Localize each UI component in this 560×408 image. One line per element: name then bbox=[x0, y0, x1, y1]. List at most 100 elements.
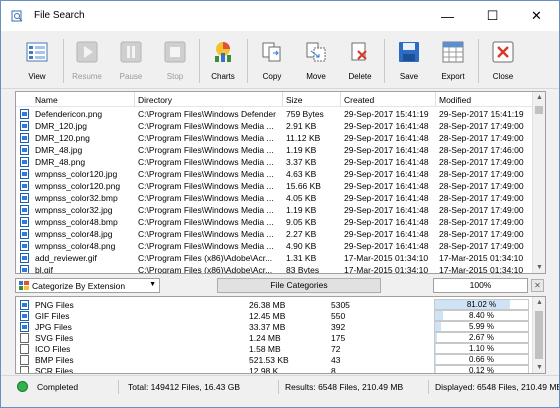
view-label: View bbox=[28, 72, 46, 81]
table-row[interactable]: wmpnss_color32.bmp C:\Program Files\Windo… bbox=[16, 192, 545, 204]
scroll-up-icon[interactable]: ▲ bbox=[536, 299, 543, 306]
column-header-size[interactable]: Size bbox=[286, 95, 303, 105]
table-row[interactable]: DMR_48.jpg C:\Program Files\Windows Media… bbox=[16, 144, 545, 156]
column-divider[interactable] bbox=[435, 92, 436, 107]
cell-size: 1.19 KB bbox=[286, 205, 317, 215]
cell-name: DMR_120.jpg bbox=[35, 121, 87, 131]
close-categories-icon[interactable]: ✕ bbox=[531, 279, 544, 292]
table-row[interactable]: wmpnss_color48.bmp C:\Program Files\Windo… bbox=[16, 216, 545, 228]
copy-label: Copy bbox=[262, 72, 282, 81]
image-file-icon bbox=[20, 229, 29, 239]
table-row[interactable]: wmpnss_color120.jpg C:\Program Files\Wind… bbox=[16, 168, 545, 180]
image-file-icon bbox=[20, 193, 29, 203]
column-header-directory[interactable]: Directory bbox=[138, 95, 172, 105]
status-state: Completed bbox=[1, 380, 119, 394]
scroll-up-icon[interactable]: ▲ bbox=[536, 94, 543, 101]
close-window-button[interactable]: ✕ bbox=[514, 1, 559, 31]
move-button[interactable]: Move bbox=[294, 35, 338, 85]
app-icon bbox=[11, 10, 23, 22]
scroll-down-icon[interactable]: ▼ bbox=[536, 264, 543, 271]
export-button[interactable]: Export bbox=[431, 35, 475, 85]
scroll-thumb[interactable] bbox=[535, 106, 543, 114]
table-row[interactable]: wmpnss_color48.jpg C:\Program Files\Windo… bbox=[16, 228, 545, 240]
status-results: Results: 6548 Files, 210.49 MB bbox=[279, 380, 429, 394]
window-title: File Search bbox=[34, 10, 85, 21]
categories-toolbar: Categorize By Extension ▼ File Categorie… bbox=[15, 278, 546, 293]
view-button[interactable]: View bbox=[15, 35, 59, 85]
cell-modified: 28-Sep-2017 17:49:00 bbox=[439, 181, 524, 191]
toolbar-separator bbox=[384, 39, 385, 83]
cell-directory: C:\Program Files\Windows Media ... bbox=[138, 169, 274, 179]
pause-label: Pause bbox=[119, 72, 143, 81]
scroll-thumb[interactable] bbox=[535, 311, 543, 359]
cell-created: 29-Sep-2017 16:41:48 bbox=[344, 121, 429, 131]
table-row[interactable]: bl.gif C:\Program Files (x86)\Adobe\Acr..… bbox=[16, 264, 545, 274]
table-row[interactable]: add_reviewer.gif C:\Program Files (x86)\A… bbox=[16, 252, 545, 264]
column-header-created[interactable]: Created bbox=[344, 95, 374, 105]
play-icon bbox=[76, 41, 98, 63]
category-percent-bar: 5.99 % bbox=[434, 321, 529, 332]
charts-label: Charts bbox=[211, 72, 235, 81]
column-divider[interactable] bbox=[340, 92, 341, 107]
cell-size: 4.90 KB bbox=[286, 241, 317, 251]
cell-modified: 28-Sep-2017 17:49:00 bbox=[439, 193, 524, 203]
image-file-icon bbox=[20, 265, 29, 273]
category-percent-text: 81.02 % bbox=[466, 300, 497, 309]
maximize-button[interactable]: ☐ bbox=[470, 1, 515, 31]
cell-created: 29-Sep-2017 16:41:48 bbox=[344, 217, 429, 227]
category-percent-bar: 8.40 % bbox=[434, 310, 529, 321]
category-percent-text: 0.12 % bbox=[469, 366, 494, 374]
cell-name: DMR_120.png bbox=[35, 133, 90, 143]
charts-button[interactable]: Charts bbox=[201, 35, 245, 85]
move-icon bbox=[306, 42, 326, 62]
delete-icon bbox=[351, 42, 367, 61]
category-size: 521.53 KB bbox=[249, 355, 289, 365]
save-button[interactable]: Save bbox=[387, 35, 431, 85]
category-name: ICO Files bbox=[35, 344, 71, 354]
categories-scrollbar[interactable]: ▲ ▼ bbox=[532, 297, 545, 373]
cell-name: bl.gif bbox=[35, 265, 53, 274]
category-row[interactable]: SCR Files 12.98 K 8 0.12 % bbox=[16, 365, 545, 374]
table-row[interactable]: wmpnss_color120.png C:\Program Files\Wind… bbox=[16, 180, 545, 192]
column-header-modified[interactable]: Modified bbox=[439, 95, 471, 105]
scroll-down-icon[interactable]: ▼ bbox=[536, 364, 543, 371]
category-count: 43 bbox=[331, 355, 341, 365]
table-row[interactable]: wmpnss_color48.png C:\Program Files\Windo… bbox=[16, 240, 545, 252]
column-divider[interactable] bbox=[134, 92, 135, 107]
save-icon bbox=[399, 42, 419, 62]
image-file-icon bbox=[20, 157, 29, 167]
table-scrollbar[interactable]: ▲ ▼ bbox=[532, 92, 545, 273]
minimize-button[interactable]: — bbox=[425, 1, 470, 31]
categorize-combo[interactable]: Categorize By Extension ▼ bbox=[15, 278, 160, 293]
close-button[interactable]: Close bbox=[481, 35, 525, 85]
export-label: Export bbox=[441, 72, 465, 81]
status-total: Total: 149412 Files, 16.43 GB bbox=[119, 380, 279, 394]
copy-button[interactable]: Copy bbox=[250, 35, 294, 85]
cell-created: 29-Sep-2017 16:41:48 bbox=[344, 241, 429, 251]
table-row[interactable]: wmpnss_color32.jpg C:\Program Files\Windo… bbox=[16, 204, 545, 216]
close-icon bbox=[492, 41, 514, 63]
results-table[interactable]: Name Directory Size Created Modified Def… bbox=[15, 91, 546, 274]
table-row[interactable]: Defendericon.png C:\Program Files\Windows… bbox=[16, 108, 545, 120]
cell-size: 83 Bytes bbox=[286, 265, 320, 274]
stop-button[interactable]: Stop bbox=[153, 35, 197, 85]
file-categories-button[interactable]: File Categories bbox=[217, 278, 381, 293]
pause-button[interactable]: Pause bbox=[109, 35, 153, 85]
image-file-icon bbox=[20, 253, 29, 263]
column-header-name[interactable]: Name bbox=[35, 95, 58, 105]
cell-modified: 17-Mar-2015 01:34:10 bbox=[439, 253, 524, 263]
cell-directory: C:\Program Files\Windows Media ... bbox=[138, 241, 274, 251]
status-total-text: Total: 149412 Files, 16.43 GB bbox=[128, 382, 240, 392]
delete-button[interactable]: Delete bbox=[338, 35, 382, 85]
table-row[interactable]: DMR_120.png C:\Program Files\Windows Medi… bbox=[16, 132, 545, 144]
categories-list[interactable]: PNG Files 26.38 MB 5305 81.02 % GIF Files 12.… bbox=[15, 296, 546, 374]
column-divider[interactable] bbox=[282, 92, 283, 107]
table-row[interactable]: DMR_48.png C:\Program Files\Windows Media… bbox=[16, 156, 545, 168]
chevron-down-icon[interactable]: ▼ bbox=[149, 281, 156, 288]
table-row[interactable]: DMR_120.jpg C:\Program Files\Windows Medi… bbox=[16, 120, 545, 132]
category-count: 5305 bbox=[331, 300, 350, 310]
cell-directory: C:\Program Files\Windows Media ... bbox=[138, 145, 274, 155]
resume-button[interactable]: Resume bbox=[65, 35, 109, 85]
cell-name: wmpnss_color120.jpg bbox=[35, 169, 118, 179]
category-file-icon bbox=[20, 344, 29, 354]
